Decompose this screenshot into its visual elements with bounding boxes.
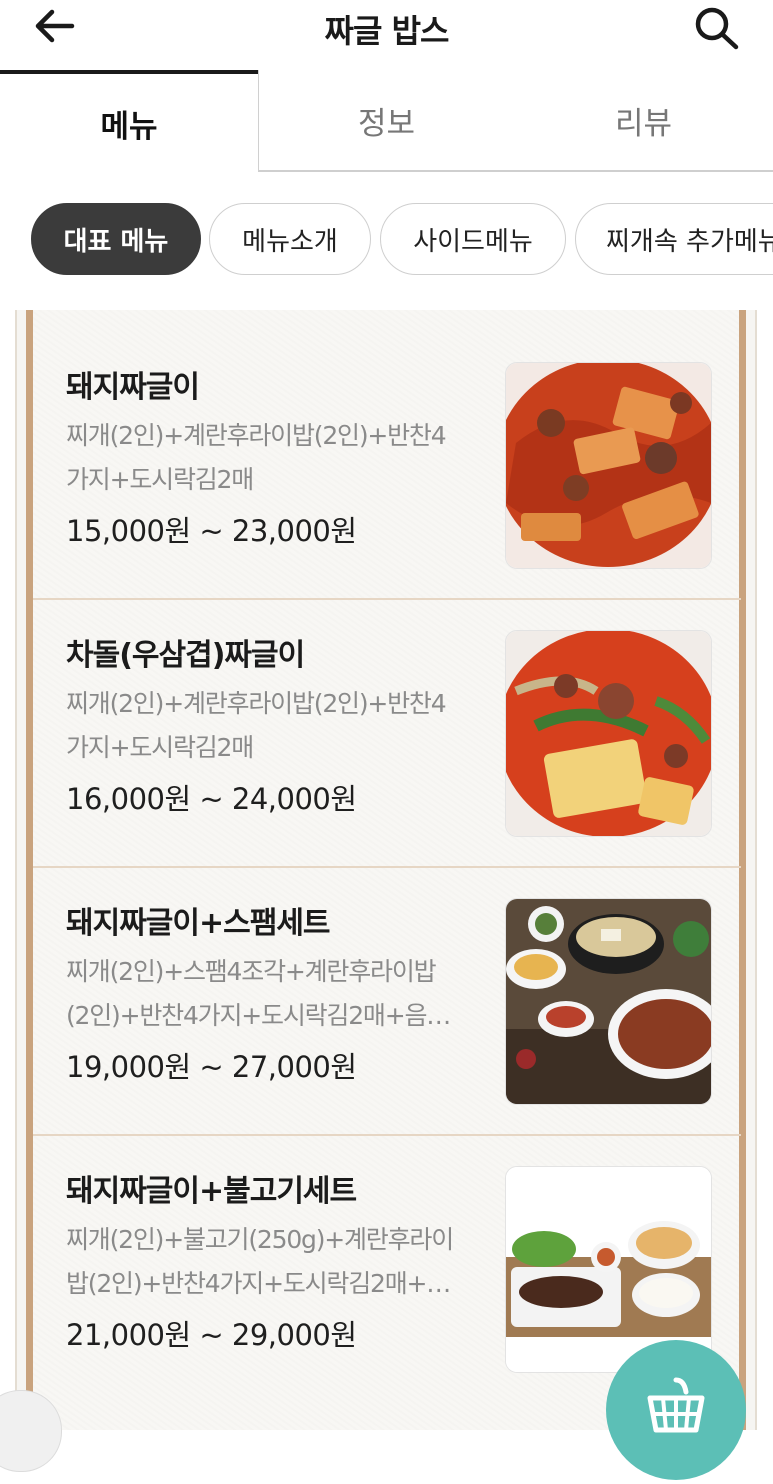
menu-item-price: 19,000원 ~ 27,000원 bbox=[66, 1050, 357, 1084]
menu-item[interactable]: 돼지짜글이 찌개(2인)+계란후라이밥(2인)+반찬4 가지+도시락김2매 15… bbox=[33, 310, 741, 578]
description-line: 가지+도시락김2매 bbox=[66, 733, 254, 762]
search-icon bbox=[695, 7, 739, 50]
menu-item-description: 찌개(2인)+계란후라이밥(2인)+반찬4 가지+도시락김2매 bbox=[66, 682, 476, 770]
cart-icon bbox=[647, 1377, 705, 1433]
menu-item-name: 돼지짜글이 bbox=[66, 370, 200, 405]
description-line: 찌개(2인)+스팸4조각+계란후라이밥 bbox=[66, 957, 437, 986]
cart-button[interactable] bbox=[606, 1340, 746, 1480]
menu-item-photo bbox=[505, 898, 712, 1105]
page-title: 짜글 밥스 bbox=[324, 12, 450, 50]
description-line: 찌개(2인)+불고기(250g)+계란후라이 bbox=[66, 1225, 454, 1254]
menu-item[interactable]: 돼지짜글이+스팸세트 찌개(2인)+스팸4조각+계란후라이밥 (2인)+반찬4가… bbox=[33, 846, 741, 1114]
tab-menu[interactable]: 메뉴 bbox=[0, 70, 258, 172]
menu-item-price: 21,000원 ~ 29,000원 bbox=[66, 1318, 357, 1352]
menu-item-name: 돼지짜글이+불고기세트 bbox=[66, 1174, 357, 1209]
chip-side-menu[interactable]: 사이드메뉴 bbox=[380, 203, 566, 275]
menu-item-photo bbox=[505, 362, 712, 569]
menu-item-name: 차돌(우삼겹)짜글이 bbox=[66, 638, 305, 673]
chip-menu-intro[interactable]: 메뉴소개 bbox=[209, 203, 371, 275]
search-button[interactable] bbox=[692, 4, 742, 52]
main-tabs: 메뉴 정보 리뷰 bbox=[0, 70, 773, 174]
description-line: 찌개(2인)+계란후라이밥(2인)+반찬4 bbox=[66, 421, 447, 450]
menu-item-description: 찌개(2인)+스팸4조각+계란후라이밥 (2인)+반찬4가지+도시락김2매+음… bbox=[66, 950, 476, 1038]
description-line: 밥(2인)+반찬4가지+도시락김2매+… bbox=[66, 1269, 451, 1298]
menu-item-description: 찌개(2인)+계란후라이밥(2인)+반찬4 가지+도시락김2매 bbox=[66, 414, 476, 502]
description-line: 찌개(2인)+계란후라이밥(2인)+반찬4 bbox=[66, 689, 447, 718]
menu-item-price: 15,000원 ~ 23,000원 bbox=[66, 514, 357, 548]
left-frame-rail bbox=[26, 310, 33, 1430]
tab-reviews[interactable]: 리뷰 bbox=[514, 70, 773, 172]
menu-item-description: 찌개(2인)+불고기(250g)+계란후라이 밥(2인)+반찬4가지+도시락김2… bbox=[66, 1218, 476, 1306]
chip-signature-menu[interactable]: 대표 메뉴 bbox=[31, 203, 201, 275]
menu-list: 돼지짜글이 찌개(2인)+계란후라이밥(2인)+반찬4 가지+도시락김2매 15… bbox=[15, 310, 757, 1430]
app-header: 짜글 밥스 bbox=[0, 0, 773, 72]
tab-info[interactable]: 정보 bbox=[258, 70, 514, 172]
menu-item-price: 16,000원 ~ 24,000원 bbox=[66, 782, 357, 816]
category-chips: 대표 메뉴 메뉴소개 사이드메뉴 찌개속 추가메뉴 bbox=[0, 203, 773, 279]
menu-item-name: 돼지짜글이+스팸세트 bbox=[66, 906, 331, 941]
menu-item[interactable]: 차돌(우삼겹)짜글이 찌개(2인)+계란후라이밥(2인)+반찬4 가지+도시락김… bbox=[33, 578, 741, 846]
description-line: 가지+도시락김2매 bbox=[66, 465, 254, 494]
chip-stew-extras[interactable]: 찌개속 추가메뉴 bbox=[575, 203, 773, 275]
menu-item-photo bbox=[505, 630, 712, 837]
description-line: (2인)+반찬4가지+도시락김2매+음… bbox=[66, 1001, 451, 1030]
